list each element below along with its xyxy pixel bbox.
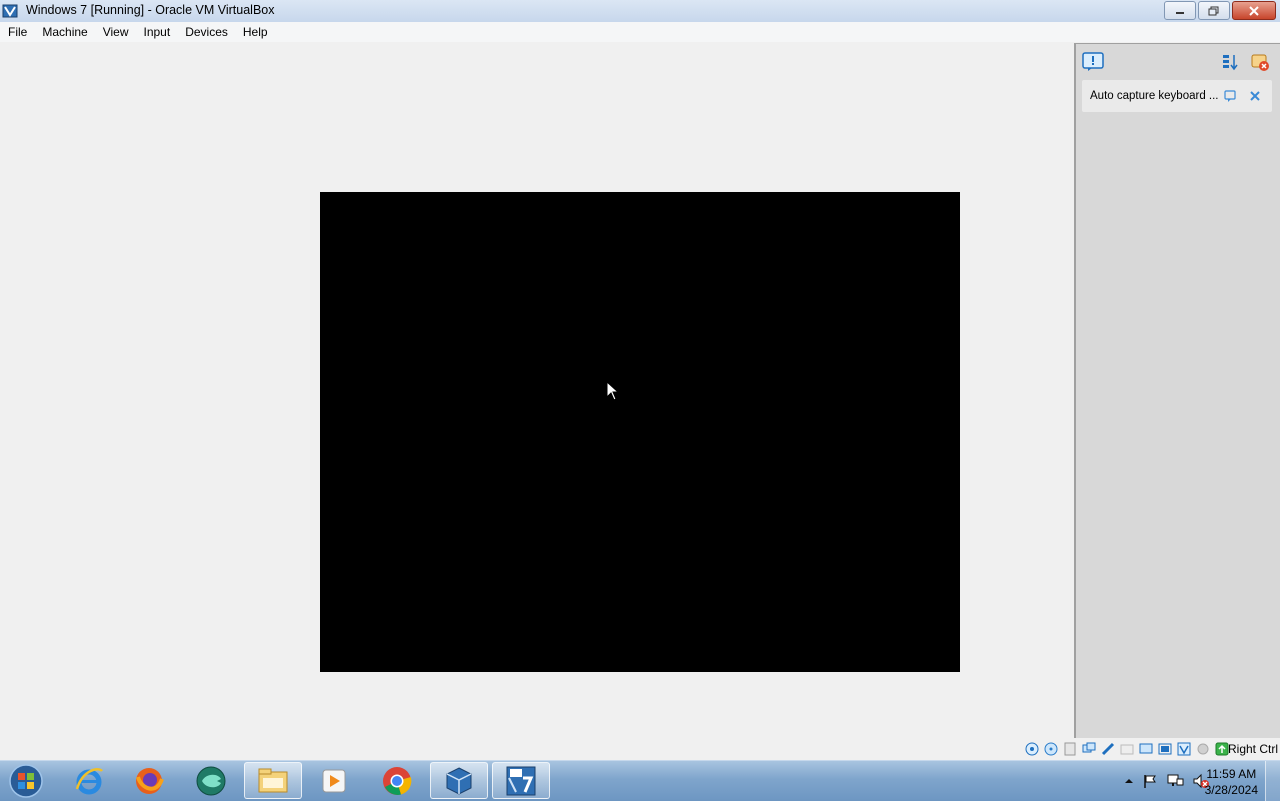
mouse-cursor-icon bbox=[606, 381, 620, 401]
virtualbox-app-icon bbox=[2, 4, 18, 18]
notification-panel: Auto capture keyboard ... bbox=[1074, 43, 1280, 738]
sort-notifications-icon[interactable] bbox=[1220, 52, 1240, 72]
vm-screen[interactable] bbox=[320, 192, 960, 672]
notification-center-icon[interactable] bbox=[1082, 52, 1104, 72]
clock-date: 3/28/2024 bbox=[1204, 783, 1258, 797]
close-all-notifications-icon[interactable] bbox=[1250, 52, 1270, 72]
taskbar: 11:59 AM 3/28/2024 bbox=[0, 760, 1280, 801]
system-tray bbox=[1124, 773, 1210, 789]
network-status-icon[interactable] bbox=[1166, 773, 1184, 789]
notification-item[interactable]: Auto capture keyboard ... bbox=[1082, 80, 1272, 112]
taskbar-chrome[interactable] bbox=[368, 762, 426, 799]
video-capture-icon[interactable] bbox=[1157, 741, 1173, 757]
hard-disk-icon[interactable] bbox=[1024, 741, 1040, 757]
close-notification-icon[interactable] bbox=[1248, 89, 1262, 103]
virtualbox-icon bbox=[446, 766, 472, 795]
start-button[interactable] bbox=[6, 763, 46, 799]
taskbar-windows7-vm[interactable] bbox=[492, 762, 550, 799]
vm-display-area bbox=[0, 42, 1074, 738]
optical-drive-icon[interactable] bbox=[1043, 741, 1059, 757]
menu-input[interactable]: Input bbox=[136, 25, 178, 39]
title-bar: Windows 7 [Running] - Oracle VM VirtualB… bbox=[0, 0, 1280, 23]
help-notification-icon[interactable] bbox=[1224, 89, 1238, 103]
minimize-icon bbox=[1176, 11, 1184, 14]
shared-folder-icon[interactable] bbox=[1119, 741, 1135, 757]
menu-view[interactable]: View bbox=[95, 25, 136, 39]
host-key-label[interactable]: Right Ctrl bbox=[1228, 742, 1278, 756]
mouse-integration-icon[interactable] bbox=[1195, 741, 1211, 757]
minimize-button[interactable] bbox=[1164, 1, 1196, 20]
file-explorer-icon bbox=[258, 768, 288, 792]
close-icon bbox=[1249, 5, 1259, 16]
firefox-icon bbox=[136, 767, 164, 794]
window-title: Windows 7 [Running] - Oracle VM VirtualB… bbox=[26, 3, 275, 17]
windows7-vm-icon bbox=[506, 766, 536, 795]
taskbar-media-app[interactable] bbox=[182, 762, 240, 799]
taskbar-firefox[interactable] bbox=[120, 762, 178, 799]
menu-machine[interactable]: Machine bbox=[34, 25, 94, 39]
menu-devices[interactable]: Devices bbox=[177, 25, 235, 39]
taskbar-file-explorer[interactable] bbox=[244, 762, 302, 799]
chrome-icon bbox=[383, 766, 412, 795]
media-app-icon bbox=[196, 766, 226, 795]
restore-button[interactable] bbox=[1198, 1, 1230, 20]
display-icon[interactable] bbox=[1138, 741, 1154, 757]
action-center-flag-icon[interactable] bbox=[1142, 773, 1158, 789]
taskbar-virtualbox[interactable] bbox=[430, 762, 488, 799]
notification-text: Auto capture keyboard ... bbox=[1090, 90, 1219, 102]
menu-file[interactable]: File bbox=[0, 25, 34, 39]
taskbar-media-player[interactable] bbox=[306, 762, 364, 799]
network-icon[interactable] bbox=[1081, 741, 1097, 757]
audio-icon[interactable] bbox=[1062, 741, 1078, 757]
taskbar-internet-explorer[interactable] bbox=[60, 762, 118, 799]
clock-time: 11:59 AM bbox=[1206, 767, 1257, 781]
restore-icon bbox=[1208, 6, 1219, 15]
status-bar: Right Ctrl bbox=[0, 738, 1280, 760]
usb-icon[interactable] bbox=[1100, 741, 1116, 757]
internet-explorer-icon bbox=[75, 767, 103, 794]
menu-help[interactable]: Help bbox=[235, 25, 275, 39]
virtualization-icon[interactable] bbox=[1176, 741, 1192, 757]
media-player-icon bbox=[322, 769, 346, 792]
menu-bar: File Machine View Input Devices Help bbox=[0, 22, 1280, 42]
show-desktop-button[interactable] bbox=[1265, 761, 1280, 801]
close-button[interactable] bbox=[1232, 1, 1276, 20]
system-clock[interactable]: 11:59 AM 3/28/2024 bbox=[1205, 766, 1258, 798]
show-hidden-icons-icon[interactable] bbox=[1124, 776, 1134, 786]
